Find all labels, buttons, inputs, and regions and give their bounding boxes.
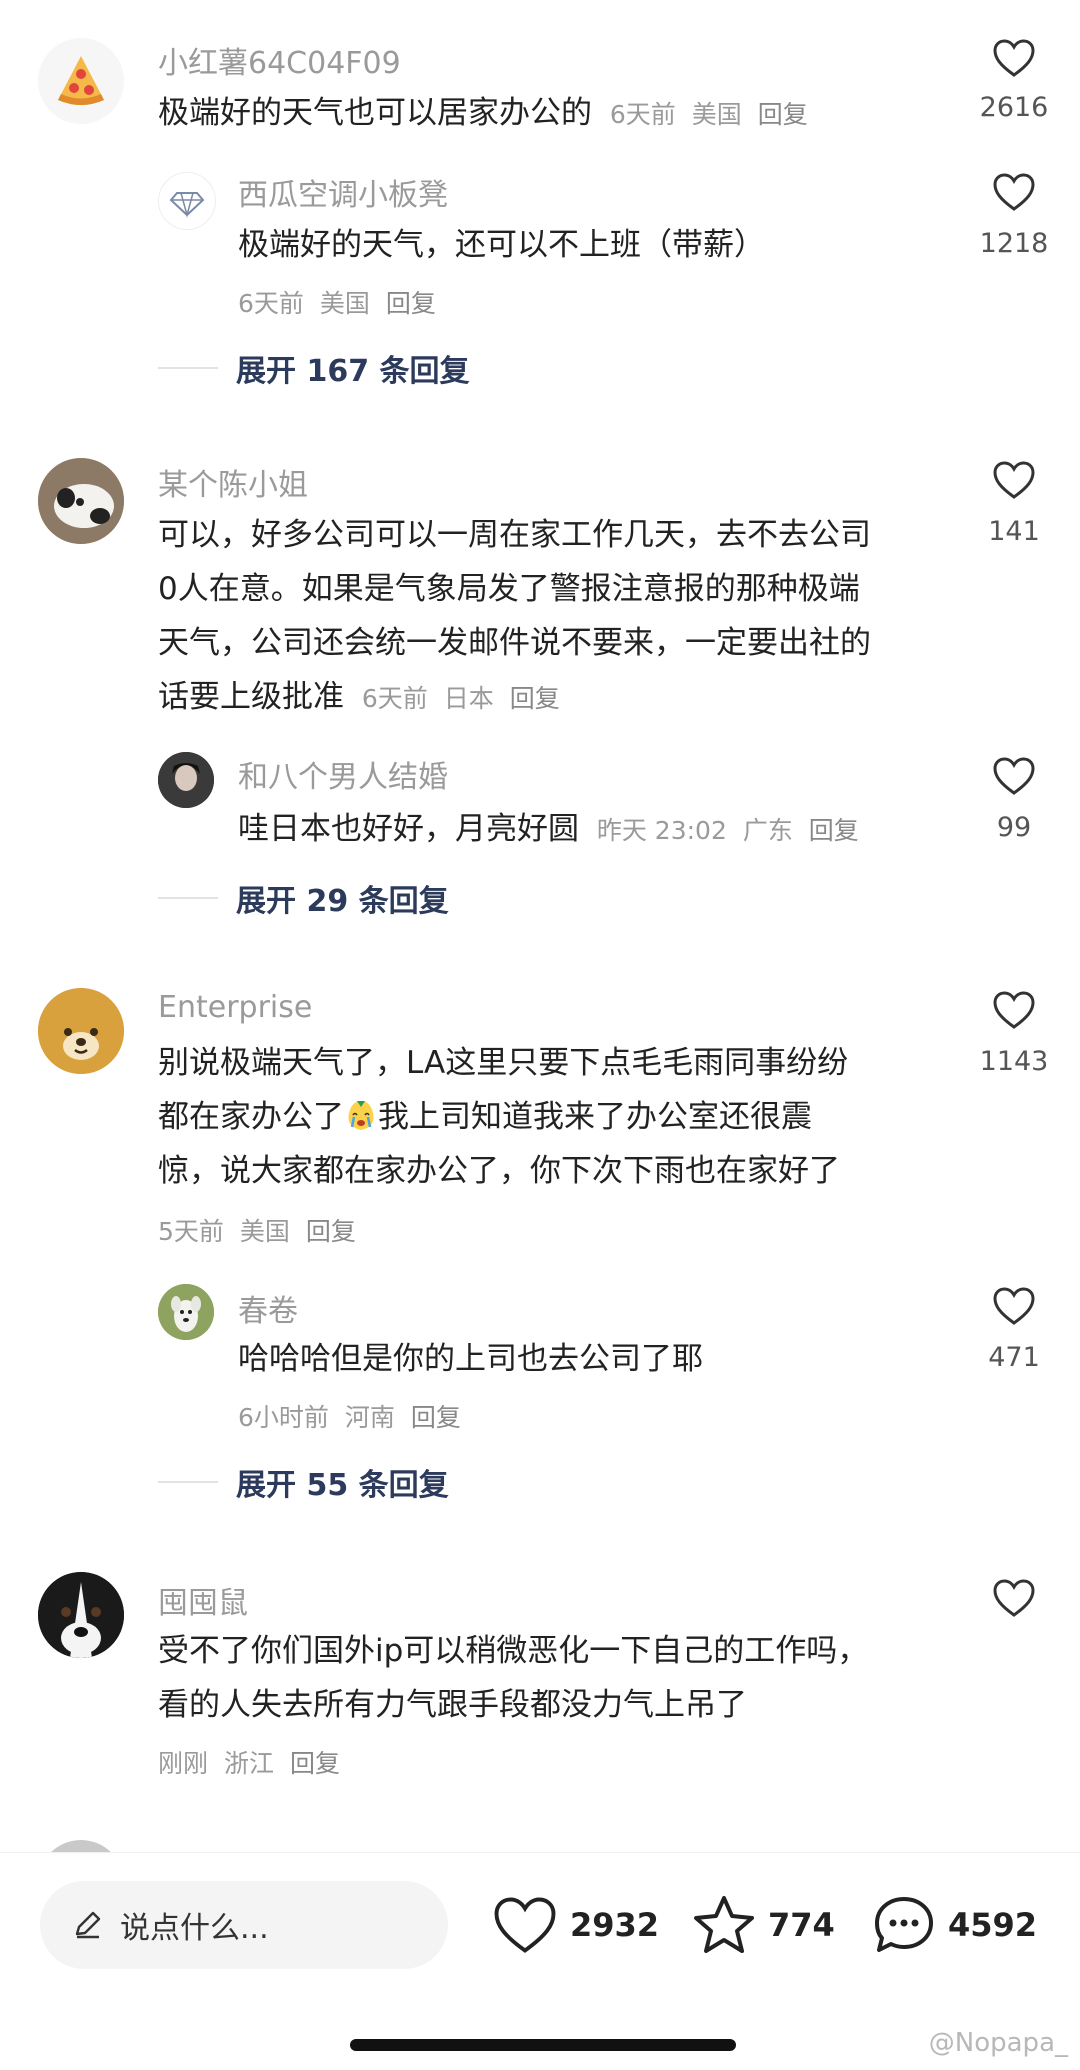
- comment-time: 昨天 23:02: [596, 816, 727, 845]
- expand-replies-button[interactable]: 展开 29 条回复: [158, 876, 449, 920]
- comment-time: 6小时前: [238, 1403, 329, 1432]
- expand-label: 展开 55 条回复: [236, 1468, 449, 1503]
- bear-face-icon: [38, 988, 124, 1074]
- like-heart-icon[interactable]: [992, 172, 1036, 212]
- comment-line: 天气，公司还会统一发邮件说不要来，一定要出社的: [158, 625, 871, 661]
- divider: [158, 897, 218, 899]
- comments-button[interactable]: 4592: [872, 1883, 1037, 1967]
- comment-line: 可以，好多公司可以一周在家工作几天，去不去公司: [158, 517, 871, 553]
- comment-line: 话要上级批准: [158, 679, 344, 715]
- like-count: 471: [988, 1342, 1040, 1373]
- comment-text: 可以，好多公司可以一周在家工作几天，去不去公司 0人在意。如果是气象局发了警报注…: [158, 508, 958, 726]
- reply-body: 哇日本也好好，月亮好圆: [238, 811, 579, 847]
- pencil-icon: [75, 1911, 101, 1939]
- comment-location: 广东: [742, 816, 793, 845]
- like-heart-icon[interactable]: [992, 1578, 1036, 1618]
- comment-location: 美国: [239, 1217, 290, 1246]
- diamond-icon: [169, 192, 205, 218]
- like-count: 1218: [979, 228, 1049, 259]
- like-heart-icon[interactable]: [992, 38, 1036, 78]
- avatar[interactable]: [38, 1572, 124, 1658]
- avatar[interactable]: [38, 988, 124, 1074]
- like-heart-icon[interactable]: [992, 990, 1036, 1030]
- username[interactable]: 某个陈小姐: [158, 460, 308, 504]
- crying-emoji-icon: [348, 1101, 374, 1130]
- comment-placeholder: 说点什么...: [120, 1911, 269, 1946]
- username[interactable]: 囤囤鼠: [158, 1578, 248, 1622]
- avatar[interactable]: [38, 458, 124, 544]
- divider: [158, 367, 218, 369]
- avatar[interactable]: [158, 752, 214, 808]
- collect-total: 774: [768, 1906, 835, 1944]
- reply-button[interactable]: 回复: [510, 684, 560, 713]
- home-indicator[interactable]: [350, 2039, 736, 2051]
- avatar[interactable]: [158, 1284, 214, 1340]
- like-count: 141: [988, 516, 1040, 547]
- like-heart-icon[interactable]: [992, 1286, 1036, 1326]
- comment-time: 6天前: [238, 289, 304, 318]
- comment-time: 6天前: [609, 100, 676, 129]
- reply-button[interactable]: 回复: [306, 1217, 356, 1246]
- reply-button[interactable]: 回复: [290, 1749, 340, 1778]
- like-count: 1143: [979, 1046, 1049, 1077]
- comment-total: 4592: [948, 1906, 1038, 1944]
- comment-location: 浙江: [223, 1749, 274, 1778]
- dog-avatar-icon: [158, 1284, 214, 1340]
- comment-time: 刚刚: [158, 1749, 209, 1778]
- reply-text: 哇日本也好好，月亮好圆 昨天 23:02 广东 回复: [238, 802, 867, 858]
- comment-time: 6天前: [361, 684, 428, 713]
- reply-text: 极端好的天气，还可以不上班（带薪）: [238, 227, 765, 263]
- person-avatar-icon: [158, 752, 214, 808]
- comment-line: 我上司知道我来了办公室还很震: [378, 1099, 812, 1135]
- avatar[interactable]: [158, 172, 216, 230]
- like-heart-icon[interactable]: [992, 460, 1036, 500]
- comment-location: 美国: [691, 100, 742, 129]
- username[interactable]: 小红薯64C04F09: [158, 38, 401, 82]
- comment-location: 美国: [319, 289, 370, 318]
- comment-location: 日本: [443, 684, 494, 713]
- star-icon: [694, 1896, 754, 1953]
- like-total: 2932: [570, 1906, 660, 1944]
- avatar[interactable]: [38, 38, 124, 124]
- like-button[interactable]: 2932: [492, 1883, 659, 1967]
- reply-button[interactable]: 回复: [809, 816, 859, 845]
- expand-replies-button[interactable]: 展开 167 条回复: [158, 346, 470, 390]
- comment-line: 都在家办公了: [158, 1099, 344, 1135]
- collect-button[interactable]: 774: [692, 1883, 835, 1967]
- username[interactable]: 春卷: [238, 1286, 298, 1330]
- like-heart-icon[interactable]: [992, 756, 1036, 796]
- username[interactable]: Enterprise: [158, 990, 312, 1025]
- panda-plush-icon: [38, 458, 124, 544]
- reply-button[interactable]: 回复: [386, 289, 436, 318]
- like-count: 2616: [979, 92, 1049, 123]
- like-count: 99: [996, 812, 1032, 843]
- comment-body: 极端好的天气也可以居家办公的: [158, 95, 592, 131]
- comment-input[interactable]: 说点什么...: [40, 1881, 448, 1969]
- divider: [158, 1481, 218, 1483]
- comment-time: 5天前: [158, 1217, 224, 1246]
- comment-line: 惊，说大家都在家办公了，你下次下雨也在家好了: [158, 1153, 840, 1189]
- username[interactable]: 西瓜空调小板凳: [238, 170, 448, 214]
- watermark: @Nopapa_: [928, 2028, 1068, 2058]
- comment-line: 看的人失去所有力气跟手段都没力气上吊了: [158, 1687, 747, 1723]
- comment-line: 受不了你们国外ip可以稍微恶化一下自己的工作吗，: [158, 1633, 869, 1669]
- expand-label: 展开 167 条回复: [236, 354, 470, 389]
- expand-replies-button[interactable]: 展开 55 条回复: [158, 1460, 449, 1504]
- bottom-bar: 说点什么... 2932 774 4592: [0, 1852, 1080, 2070]
- reply-button[interactable]: 回复: [758, 100, 808, 129]
- username[interactable]: 和八个男人结婚: [238, 752, 448, 796]
- chat-bubble-icon: [875, 1897, 933, 1952]
- reply-button[interactable]: 回复: [411, 1403, 461, 1432]
- comment-line: 别说极端天气了，LA这里只要下点毛毛雨同事纷纷: [158, 1045, 849, 1081]
- expand-label: 展开 29 条回复: [236, 884, 449, 919]
- heart-icon: [494, 1897, 556, 1953]
- pizza-icon: [58, 56, 104, 105]
- comment-text: 别说极端天气了，LA这里只要下点毛毛雨同事纷纷 都在家办公了 我上司知道我来了办公…: [158, 1036, 978, 1198]
- comment-location: 河南: [344, 1403, 395, 1432]
- comment-line: 0人在意。如果是气象局发了警报注意报的那种极端: [158, 571, 860, 607]
- reply-text: 哈哈哈但是你的上司也去公司了耶: [238, 1341, 703, 1377]
- comment-text: 受不了你们国外ip可以稍微恶化一下自己的工作吗， 看的人失去所有力气跟手段都没力…: [158, 1624, 1018, 1732]
- dog-face-icon: [38, 1572, 124, 1658]
- comment-text: 极端好的天气也可以居家办公的 6天前 美国 回复: [158, 86, 816, 142]
